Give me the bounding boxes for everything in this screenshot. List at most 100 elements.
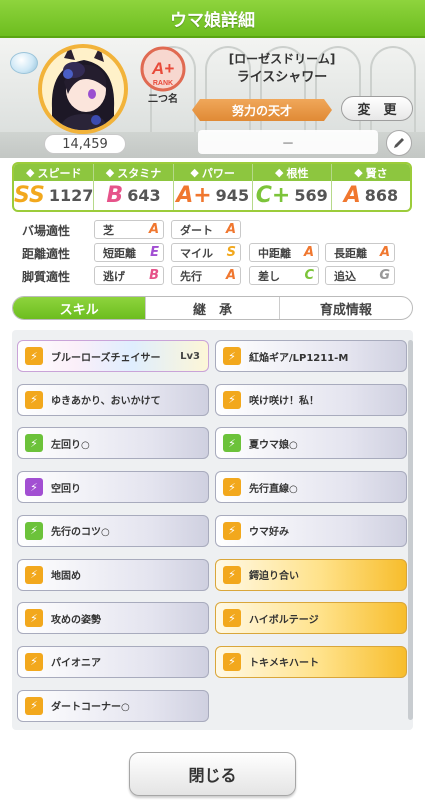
stat-body: A+ 945 (174, 181, 252, 210)
muscle-icon: ◆ (190, 166, 199, 179)
skill-icon: ⚡ (25, 478, 43, 497)
stat-grade: B (106, 182, 124, 208)
rank-value: A+ (151, 59, 174, 78)
skill-card[interactable]: ⚡ 咲け咲け！私！ (215, 383, 407, 416)
skill-icon: ⚡ (25, 652, 43, 671)
aptitude-item: 逃げ B (94, 266, 164, 285)
stat-value: 868 (364, 186, 399, 205)
stat-body: B 643 (94, 181, 172, 210)
aptitude-item-grade: A (379, 245, 390, 260)
skill-card[interactable]: ⚡ 先行直線○ (215, 471, 407, 504)
tab-training-info[interactable]: 育成情報 (280, 297, 412, 319)
stat-grade: SS (14, 182, 45, 208)
aptitude-item-name: 芝 (103, 223, 114, 237)
skill-card[interactable]: ⚡ 地固め (17, 558, 209, 591)
skill-list: ⚡ ブルーローズチェイサー Lv3 ⚡ 紅焔ギア/LP1211-M ⚡ ゆきあかり、おいかけ… (12, 330, 413, 730)
fan-count: 14,459 (44, 134, 126, 154)
change-button[interactable]: 変 更 (341, 96, 413, 121)
aptitude-item-name: 先行 (180, 269, 202, 283)
skill-name: ダートコーナー○ (51, 702, 130, 714)
skill-card[interactable]: ⚡ 先行のコツ○ (17, 514, 209, 547)
mortarboard-icon: ◆ (354, 166, 363, 179)
stat-cell: ◆ スタミナ B 643 (94, 164, 174, 210)
fan-count-value: 14,459 (62, 136, 108, 152)
stats-bar: ◆ スピード SS 1127 ◆ スタミナ B 643 ◆ パワー A+ 945 ◆ 根性 C+ 569 ◆ 賢さ… (12, 162, 412, 212)
skill-card[interactable]: ⚡ 鍔迫り合い (215, 558, 407, 591)
skill-icon: ⚡ (25, 609, 43, 628)
skill-icon: ⚡ (25, 390, 43, 409)
skill-icon: ⚡ (25, 521, 43, 540)
skill-card[interactable]: ⚡ 夏ウマ娘○ (215, 427, 407, 460)
skill-name: ハイボルテージ (249, 614, 319, 626)
edit-button[interactable] (386, 130, 412, 156)
aptitude-item-grade: A (225, 222, 236, 237)
stat-label: 賢さ (365, 166, 388, 180)
aptitude-item-grade: A (148, 222, 159, 237)
skill-name: パイオニア (51, 658, 101, 670)
close-button[interactable]: 閉じる (129, 752, 296, 796)
skill-list-scrollbar[interactable] (408, 340, 413, 720)
character-epithet: [ローゼスドリーム] (228, 52, 336, 66)
aptitude-row-distance: 距離適性 (22, 244, 92, 262)
skill-card[interactable]: ⚡ 紅焔ギア/LP1211-M (215, 340, 407, 372)
stat-cell: ◆ 根性 C+ 569 (252, 164, 332, 210)
stat-cell: ◆ スピード SS 1127 (14, 164, 95, 210)
skill-icon: ⚡ (25, 347, 43, 365)
skill-icon: ⚡ (223, 609, 241, 628)
aptitude-item-name: 短距離 (103, 246, 136, 260)
aptitude-item: マイル S (171, 243, 241, 262)
stat-grade: C+ (255, 182, 291, 208)
stat-value: 1127 (48, 186, 94, 205)
aptitude-row-track: バ場適性 (22, 221, 92, 239)
title-ribbon-text: 努力の天才 (231, 103, 292, 118)
skill-card[interactable]: ⚡ 空回り (17, 471, 209, 504)
stat-label: パワー (201, 166, 235, 180)
skill-name: 地固め (51, 571, 81, 582)
skill-card[interactable]: ⚡ 左回り○ (17, 427, 209, 460)
aptitude-item-grade: G (379, 268, 390, 283)
skill-card[interactable]: ⚡ トキメキハート (215, 645, 407, 678)
tab-skills[interactable]: スキル (13, 297, 147, 319)
aptitude-item: 中距離 A (249, 243, 319, 262)
character-name: ライスシャワー (236, 70, 328, 85)
aptitude-item: 先行 A (171, 266, 241, 285)
skill-name: 咲け咲け！私！ (249, 396, 319, 408)
title-ribbon: 努力の天才 (192, 99, 332, 121)
nickname-field: － (198, 130, 378, 154)
aptitude-item-grade: S (226, 245, 236, 260)
tab-bar: スキル 継 承 育成情報 (12, 296, 413, 320)
aptitude-item-name: 長距離 (334, 246, 367, 260)
stat-grade: A+ (176, 182, 212, 208)
aptitude-item: 芝A (94, 220, 164, 239)
skill-card[interactable]: ⚡ 攻めの姿勢 (17, 602, 209, 635)
skill-name: ゆきあかり、おいかけて (51, 396, 161, 408)
stat-header: ◆ 賢さ (331, 164, 410, 181)
globe-icon[interactable] (10, 52, 38, 74)
skill-name: 攻めの姿勢 (51, 614, 101, 626)
stat-label: 根性 (286, 166, 309, 180)
page-title: ウマ娘詳細 (170, 10, 255, 31)
heart-icon: ◆ (105, 166, 115, 179)
stat-header: ◆ スピード (14, 164, 94, 181)
pencil-icon (394, 138, 404, 148)
aptitude-label: 脚質適性 (22, 269, 71, 284)
stat-cell: ◆ パワー A+ 945 (173, 164, 253, 210)
stat-value: 643 (127, 186, 161, 205)
skill-card[interactable]: ⚡ ダートコーナー○ (17, 689, 209, 722)
skill-icon: ⚡ (223, 652, 241, 671)
skill-card[interactable]: ⚡ ゆきあかり、おいかけて (17, 383, 209, 416)
aptitude-item-grade: E (150, 245, 159, 260)
aptitude-item: 短距離 E (94, 243, 164, 262)
skill-card[interactable]: ⚡ パイオニア (17, 645, 209, 678)
stat-header: ◆ 根性 (252, 164, 331, 181)
skill-name: 先行のコツ○ (51, 527, 110, 539)
aptitude-item-name: 逃げ (103, 269, 125, 283)
tab-inheritance[interactable]: 継 承 (146, 297, 280, 319)
skill-card[interactable]: ⚡ ブルーローズチェイサー Lv3 (17, 340, 209, 372)
character-portrait[interactable] (38, 44, 128, 134)
stat-body: A 868 (332, 181, 410, 210)
aptitude-label: 距離適性 (22, 246, 71, 261)
rank-badge: A+ RANK (140, 46, 186, 92)
skill-card[interactable]: ⚡ ウマ好み (215, 514, 407, 547)
skill-card[interactable]: ⚡ ハイボルテージ (215, 602, 407, 635)
